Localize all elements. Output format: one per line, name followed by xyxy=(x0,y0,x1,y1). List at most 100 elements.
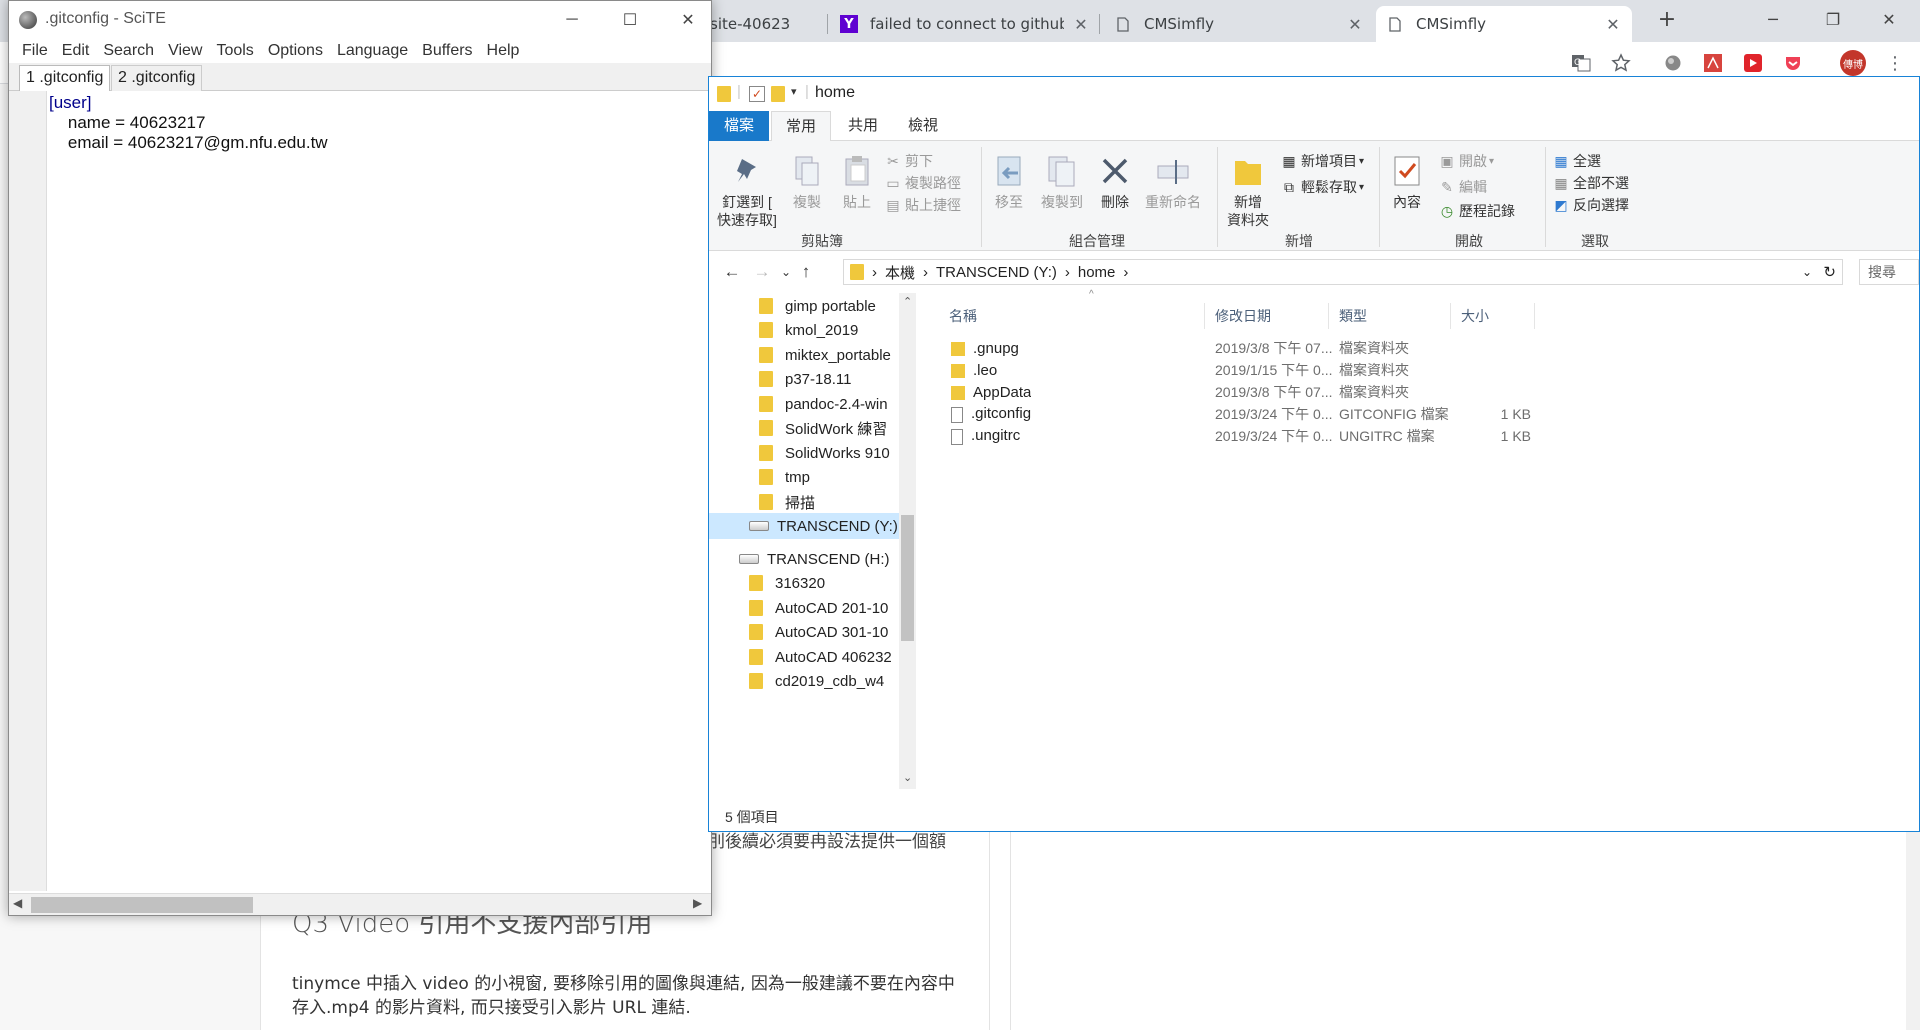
column-header-date[interactable]: 修改日期 xyxy=(1209,303,1329,329)
scroll-right-icon[interactable]: ▶ xyxy=(693,896,702,910)
edit-button[interactable]: ✎ 編輯 xyxy=(1439,177,1487,197)
select-none-button[interactable]: ▦ 全部不選 xyxy=(1553,173,1629,193)
tree-item[interactable]: p37-18.11 xyxy=(759,366,915,392)
invert-selection-button[interactable]: ◩ 反向選擇 xyxy=(1553,195,1629,215)
tree-item[interactable]: pandoc-2.4-win xyxy=(759,391,915,417)
select-all-button[interactable]: ▦ 全選 xyxy=(1553,151,1601,171)
browser-tab-cmsimfly[interactable]: CMSimfly ✕ xyxy=(1104,6,1374,42)
menu-language[interactable]: Language xyxy=(330,39,415,63)
close-icon[interactable]: ✕ xyxy=(1072,15,1090,34)
move-to-button[interactable]: 移至 xyxy=(987,153,1031,211)
tree-scrollbar[interactable]: ⌃ ⌄ xyxy=(899,293,916,789)
address-bar[interactable]: › 本機 › TRANSCEND (Y:) › home › ⌄ ↻ xyxy=(843,259,1843,285)
tree-item-selected[interactable]: TRANSCEND (Y:) xyxy=(709,513,899,539)
column-header-name[interactable]: 名稱 xyxy=(943,303,1205,329)
open-button[interactable]: ▣ 開啟 ▾ xyxy=(1439,151,1494,171)
breadcrumb-item[interactable]: 本機 xyxy=(885,262,915,283)
tree-item[interactable]: gimp portable xyxy=(759,293,915,319)
translate-icon[interactable]: G xyxy=(1568,50,1594,76)
rename-button[interactable]: 重新命名 xyxy=(1143,153,1203,211)
menu-options[interactable]: Options xyxy=(261,39,330,63)
menu-tools[interactable]: Tools xyxy=(209,39,260,63)
minimize-icon[interactable]: ─ xyxy=(1750,0,1796,38)
paste-shortcut-button[interactable]: ▤ 貼上捷徑 xyxy=(885,195,961,215)
quick-access-dropdown-icon[interactable]: ▾ xyxy=(791,85,797,98)
history-button[interactable]: ◷ 歷程記錄 xyxy=(1439,201,1515,221)
extension-video-icon[interactable] xyxy=(1740,50,1766,76)
easy-access-button[interactable]: ⧉ 輕鬆存取 ▾ xyxy=(1281,177,1364,197)
new-folder-quick-icon[interactable] xyxy=(771,86,785,102)
tree-item[interactable]: tmp xyxy=(759,464,915,490)
tree-item[interactable]: SolidWorks 910 xyxy=(759,440,915,466)
refresh-icon[interactable]: ↻ xyxy=(1823,263,1836,281)
ribbon-tab-view[interactable]: 檢視 xyxy=(893,111,953,141)
new-tab-button[interactable]: + xyxy=(1644,0,1690,38)
ribbon-tab-share[interactable]: 共用 xyxy=(833,111,893,141)
tree-item[interactable]: 316320 xyxy=(749,570,915,596)
star-icon[interactable] xyxy=(1608,50,1634,76)
back-arrow-icon[interactable]: ← xyxy=(721,261,743,283)
tree-item[interactable]: AutoCAD 201-10 xyxy=(749,595,915,621)
horizontal-scrollbar[interactable]: ◀ ▶ xyxy=(9,893,711,915)
buffer-tab-2[interactable]: 2 .gitconfig xyxy=(111,65,203,91)
browser-tab-github[interactable]: Y failed to connect to github ✕ xyxy=(830,6,1100,42)
column-header-size[interactable]: 大小 xyxy=(1455,303,1535,329)
forward-arrow-icon[interactable]: → xyxy=(751,261,773,283)
extension-globe-icon[interactable] xyxy=(1660,50,1686,76)
scroll-down-icon[interactable]: ⌄ xyxy=(903,771,912,784)
file-row[interactable]: .leo 2019/1/15 下午 0... 檔案資料夾 xyxy=(919,359,1919,381)
menu-file[interactable]: File xyxy=(15,39,55,63)
buffer-tab-1[interactable]: 1 .gitconfig xyxy=(19,65,111,91)
new-folder-button[interactable]: 新增 資料夾 xyxy=(1223,153,1273,229)
address-dropdown-icon[interactable]: ⌄ xyxy=(1802,265,1812,279)
scroll-thumb[interactable] xyxy=(31,897,253,913)
ribbon-tab-file[interactable]: 檔案 xyxy=(709,111,769,141)
up-arrow-icon[interactable]: ↑ xyxy=(795,261,817,283)
close-icon[interactable]: ✕ xyxy=(665,1,711,39)
tree-item[interactable]: 掃描 xyxy=(759,489,915,515)
close-icon[interactable]: ✕ xyxy=(1866,0,1912,38)
tree-item[interactable]: cd2019_cdb_w4 xyxy=(749,668,915,694)
close-icon[interactable]: ✕ xyxy=(1346,15,1364,34)
menu-search[interactable]: Search xyxy=(96,39,161,63)
maximize-icon[interactable]: ☐ xyxy=(607,1,653,39)
tree-item[interactable]: AutoCAD 406232 xyxy=(749,644,915,670)
browser-tab-site[interactable]: site-40623 xyxy=(700,6,828,42)
menu-edit[interactable]: Edit xyxy=(55,39,97,63)
recent-locations-dropdown-icon[interactable]: ⌄ xyxy=(775,261,797,283)
browser-tab-cmsimfly-active[interactable]: CMSimfly ✕ xyxy=(1376,6,1632,42)
file-row[interactable]: AppData 2019/3/8 下午 07... 檔案資料夾 xyxy=(919,381,1919,403)
menu-buffers[interactable]: Buffers xyxy=(415,39,479,63)
tree-item[interactable]: SolidWork 練習 xyxy=(759,415,915,441)
new-item-button[interactable]: ▦ 新增項目 ▾ xyxy=(1281,151,1364,171)
copy-to-button[interactable]: 複製到 xyxy=(1035,153,1089,211)
properties-button[interactable]: 內容 xyxy=(1385,153,1429,211)
extension-pocket-icon[interactable] xyxy=(1780,50,1806,76)
minimize-icon[interactable]: ─ xyxy=(549,1,595,39)
tree-item[interactable]: kmol_2019 xyxy=(759,317,915,343)
tree-item[interactable]: AutoCAD 301-10 xyxy=(749,619,915,645)
delete-button[interactable]: 刪除 xyxy=(1093,153,1137,211)
pin-quick-access-button[interactable]: 釘選到 [ 快速存取] xyxy=(715,153,779,229)
code-editor[interactable]: [user] name = 40623217 email = 40623217@… xyxy=(9,91,711,891)
tree-item[interactable]: TRANSCEND (H:) xyxy=(739,546,915,572)
close-icon[interactable]: ✕ xyxy=(1604,15,1622,34)
scroll-left-icon[interactable]: ◀ xyxy=(13,896,22,910)
menu-icon[interactable]: ⋮ xyxy=(1882,50,1908,76)
avatar[interactable]: 傳博 xyxy=(1840,50,1866,76)
breadcrumb-item[interactable]: TRANSCEND (Y:) xyxy=(936,264,1057,281)
search-input[interactable]: 搜尋 xyxy=(1859,259,1919,285)
paste-button[interactable]: 貼上 xyxy=(835,153,879,211)
restore-icon[interactable]: ❐ xyxy=(1810,0,1856,38)
column-header-type[interactable]: 類型 xyxy=(1333,303,1451,329)
menu-help[interactable]: Help xyxy=(480,39,527,63)
file-row[interactable]: .gnupg 2019/3/8 下午 07... 檔案資料夾 xyxy=(919,337,1919,359)
copy-button[interactable]: 複製 xyxy=(785,153,829,211)
extension-pdf-icon[interactable] xyxy=(1700,50,1726,76)
scroll-up-icon[interactable]: ⌃ xyxy=(903,295,912,308)
ribbon-tab-home[interactable]: 常用 xyxy=(771,111,831,141)
breadcrumb-item[interactable]: home xyxy=(1078,264,1116,281)
scroll-thumb[interactable] xyxy=(901,515,914,641)
file-row[interactable]: .gitconfig 2019/3/24 下午 0... GITCONFIG 檔… xyxy=(919,403,1919,425)
properties-checkbox-icon[interactable]: ✓ xyxy=(749,86,765,102)
